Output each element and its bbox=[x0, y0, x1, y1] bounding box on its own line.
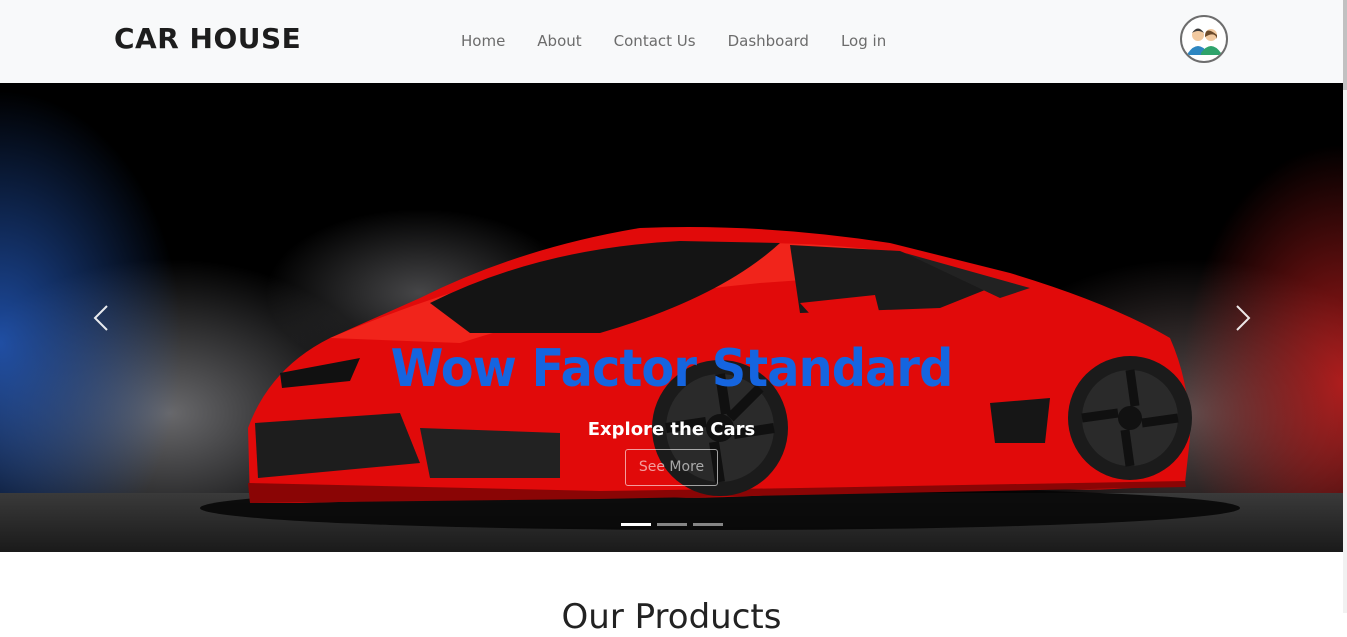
nav-dashboard[interactable]: Dashboard bbox=[712, 30, 825, 52]
scrollbar-track[interactable] bbox=[1343, 0, 1347, 613]
carousel-subtitle: Explore the Cars bbox=[587, 419, 756, 440]
nav-links: Home About Contact Us Dashboard Log in bbox=[445, 30, 902, 52]
nav-about[interactable]: About bbox=[521, 30, 597, 52]
carousel-indicators bbox=[621, 523, 723, 526]
nav-home[interactable]: Home bbox=[445, 30, 521, 52]
chevron-left-icon bbox=[93, 305, 108, 331]
products-heading: Our Products bbox=[561, 597, 782, 637]
carousel-title: Wow Factor Standard bbox=[390, 339, 954, 399]
carousel-next-button[interactable] bbox=[1222, 298, 1262, 338]
carousel-indicator-3[interactable] bbox=[693, 523, 723, 526]
brand-logo[interactable]: CAR HOUSE bbox=[114, 22, 301, 55]
carousel-prev-button[interactable] bbox=[82, 298, 122, 338]
carousel-indicator-2[interactable] bbox=[657, 523, 687, 526]
see-more-button[interactable]: See More bbox=[625, 449, 718, 486]
users-avatar-icon bbox=[1188, 28, 1221, 55]
hero-carousel: Wow Factor Standard Explore the Cars See… bbox=[0, 83, 1343, 552]
chevron-right-icon bbox=[1236, 305, 1251, 331]
navbar: CAR HOUSE Home About Contact Us Dashboar… bbox=[0, 0, 1343, 83]
carousel-indicator-1[interactable] bbox=[621, 523, 651, 526]
scrollbar-thumb[interactable] bbox=[1343, 0, 1347, 90]
nav-log-in[interactable]: Log in bbox=[825, 30, 902, 52]
user-avatar[interactable] bbox=[1180, 15, 1228, 63]
nav-contact-us[interactable]: Contact Us bbox=[598, 30, 712, 52]
